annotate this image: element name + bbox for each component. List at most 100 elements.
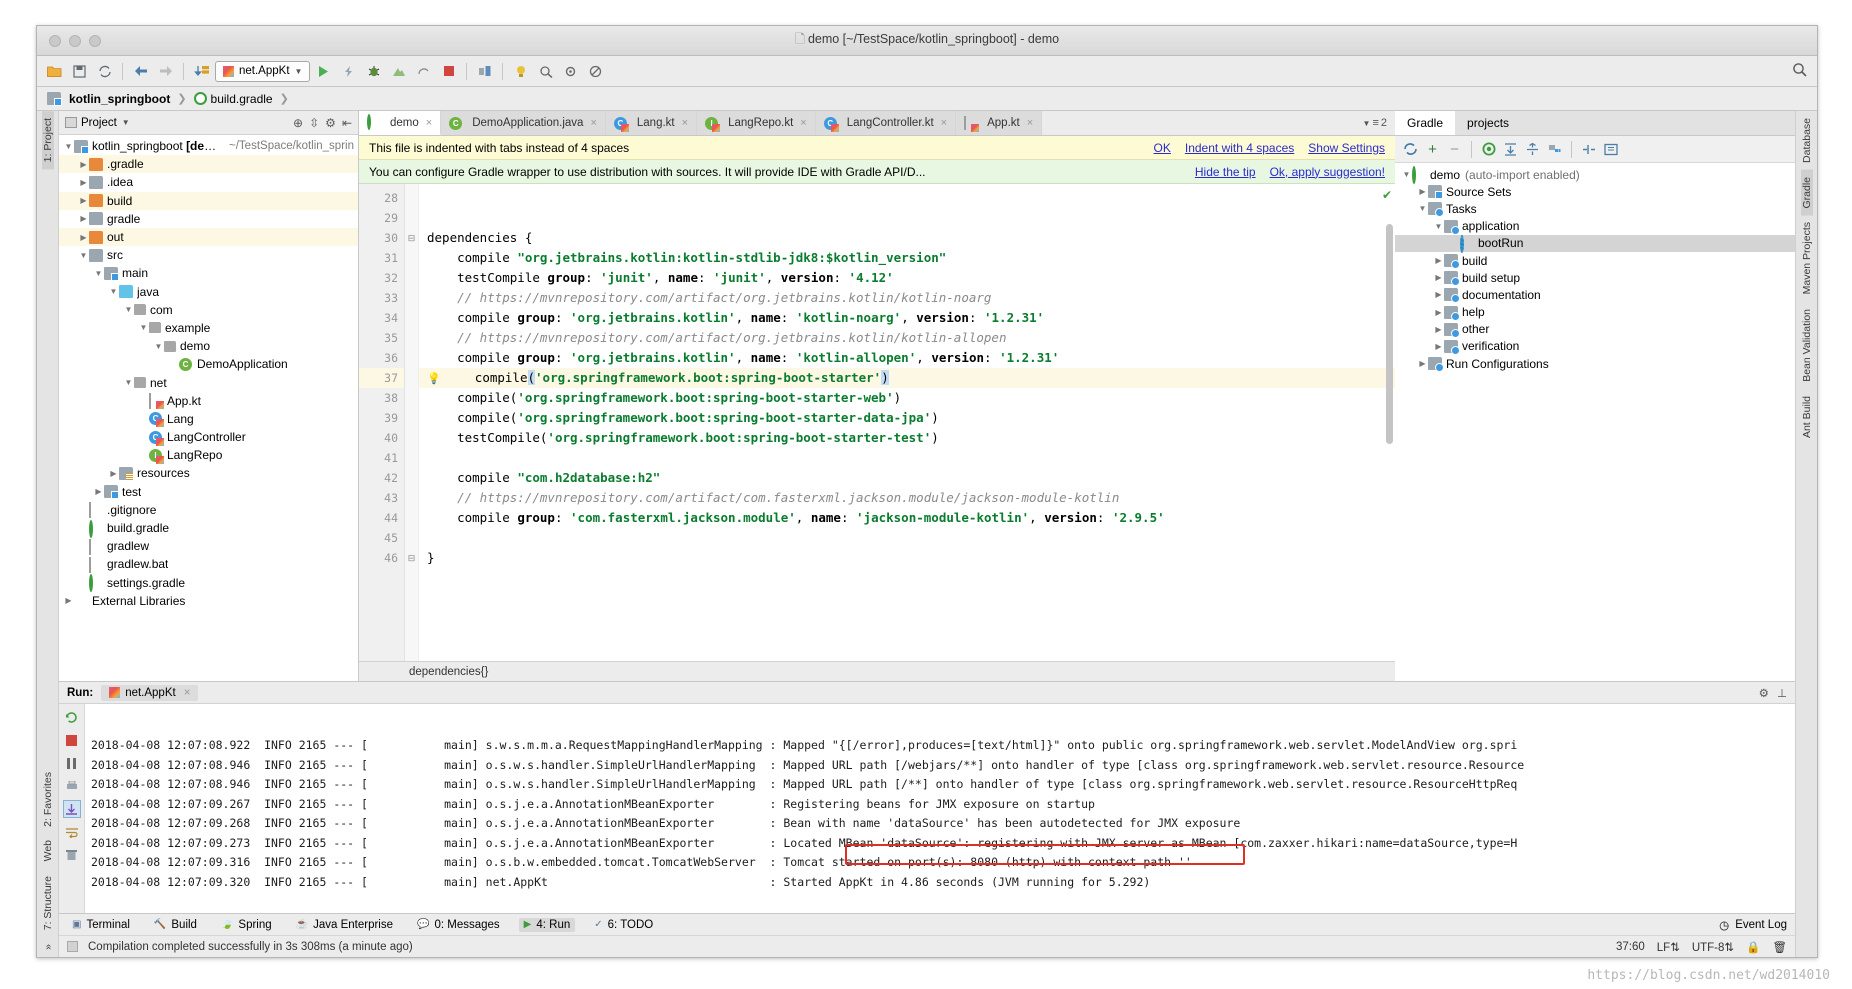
project-tree-item[interactable]: ▼ main [59, 264, 358, 282]
chevron-down-icon[interactable]: ▼ [122, 118, 130, 127]
gradle-tree-item[interactable]: ▶ Run Configurations [1395, 355, 1795, 373]
sidebar-item-database[interactable]: Database [1801, 111, 1813, 170]
gradle-tree-item[interactable]: ▼ Tasks [1395, 200, 1795, 218]
line-separator[interactable]: LF⇅ [1657, 940, 1680, 954]
bottom-tool-button[interactable]: ▣ Terminal [67, 918, 135, 932]
sidebar-item-maven[interactable]: Maven Projects [1801, 215, 1813, 301]
gradle-tree-item[interactable]: bootRun [1395, 234, 1795, 253]
sidebar-item-bean-validation[interactable]: Bean Validation [1801, 302, 1813, 389]
profile-icon[interactable] [387, 60, 410, 83]
banner-apply-suggestion-link[interactable]: Ok, apply suggestion! [1270, 165, 1385, 179]
project-tree-item[interactable]: build.gradle [59, 519, 358, 538]
gradle-tree-item[interactable]: ▶ verification [1395, 338, 1795, 355]
sidebar-item-project[interactable]: 1: Project [41, 111, 54, 170]
locate-icon[interactable]: ⊕ [293, 116, 303, 130]
project-tree-item[interactable]: ▼ example [59, 319, 358, 337]
project-tree-item[interactable]: C DemoApplication [59, 355, 358, 373]
status-toggle-icon[interactable] [67, 941, 78, 952]
scroll-to-end-icon[interactable] [62, 800, 81, 818]
lightbulb-icon[interactable] [509, 60, 532, 83]
project-tree-item[interactable]: settings.gradle [59, 574, 358, 593]
project-tree-item[interactable]: ▼ kotlin_springboot [demo] ~/TestSpace/kot… [59, 137, 358, 155]
gradle-tree-item[interactable]: ▶ build [1395, 252, 1795, 270]
sync-icon[interactable] [93, 60, 116, 83]
bottom-tool-window-bar[interactable]: ▣ Terminal 🔨 Build 🍃 Spring ☕ Java Enterprise 💬 0… [59, 913, 1795, 935]
search-structure-icon[interactable] [534, 60, 557, 83]
gradle-tab[interactable]: projects [1455, 111, 1522, 135]
build-icon[interactable] [473, 60, 496, 83]
settings-gear-icon[interactable] [559, 60, 582, 83]
project-tree[interactable]: ▼ kotlin_springboot [demo] ~/TestSpace/kot… [59, 135, 358, 681]
gradle-tree-item[interactable]: ▶ Source Sets [1395, 183, 1795, 200]
stop-icon[interactable] [63, 731, 81, 749]
gradle-tree-item[interactable]: ▶ build setup [1395, 269, 1795, 287]
project-tree-item[interactable]: ▶ build [59, 191, 358, 210]
chevron-right-icon[interactable]: ▶ [78, 196, 89, 205]
refresh-icon[interactable] [1401, 140, 1420, 159]
project-tree-item[interactable]: ▶ gradle [59, 210, 358, 228]
project-tree-item[interactable]: ▶ .gradle [59, 155, 358, 174]
hide-icon[interactable]: ⇤ [342, 116, 352, 130]
toggle-offline-icon[interactable] [1579, 140, 1598, 159]
banner-show-settings-link[interactable]: Show Settings [1308, 141, 1385, 155]
gradle-tab[interactable]: Gradle [1395, 111, 1456, 135]
gear-icon[interactable]: ⚙ [1759, 686, 1769, 700]
chevron-down-icon[interactable]: ▼ [1363, 119, 1371, 128]
breadcrumb-file[interactable]: build.gradle [193, 92, 273, 106]
editor-tab[interactable]: C DemoApplication.java × [441, 111, 606, 135]
project-tree-item[interactable]: ▼ net [59, 373, 358, 391]
project-tree-item[interactable]: ▼ demo [59, 337, 358, 355]
gradle-tree-item[interactable]: ▼ demo (auto-import enabled) [1395, 166, 1795, 185]
close-icon[interactable]: × [682, 117, 688, 129]
editor-tab[interactable]: demo × [359, 111, 442, 135]
chevron-right-icon[interactable]: ▶ [1433, 256, 1444, 265]
chevron-down-icon[interactable]: ▼ [1433, 222, 1444, 231]
collapse-all-icon[interactable] [1523, 140, 1542, 159]
collapse-all-icon[interactable]: ⇳ [309, 116, 319, 130]
run-with-coverage-icon[interactable] [337, 60, 360, 83]
project-tree-item[interactable]: ILangRepo [59, 446, 358, 464]
editor-tab[interactable]: I LangRepo.kt × [697, 111, 816, 135]
chevron-right-icon[interactable]: ▶ [1433, 308, 1444, 317]
bottom-tool-button[interactable]: 🔨 Build [149, 918, 202, 932]
gradle-tree-item[interactable]: ▼ application [1395, 218, 1795, 235]
chevron-right-icon[interactable]: ▶ [78, 160, 89, 169]
project-tree-item[interactable]: ▶ out [59, 227, 358, 247]
gradle-settings-icon[interactable] [1601, 140, 1620, 159]
banner-indent-link[interactable]: Indent with 4 spaces [1185, 141, 1294, 155]
run-configuration-selector[interactable]: net.AppKt ▼ [215, 60, 311, 82]
gradle-tree-item[interactable]: ▶ other [1395, 321, 1795, 338]
project-tree-item[interactable]: .gitignore [59, 501, 358, 519]
expand-all-icon[interactable] [1501, 140, 1520, 159]
run-icon[interactable] [312, 60, 335, 83]
chevron-right-icon[interactable]: ▶ [93, 487, 104, 496]
forward-arrow-icon[interactable] [154, 60, 177, 83]
project-tree-item[interactable]: App.kt [59, 392, 358, 410]
editor-tab[interactable]: C LangController.kt × [815, 111, 957, 135]
project-tree-item[interactable]: ▶ resources [59, 464, 358, 482]
project-tree-item[interactable]: ▶ test [59, 483, 358, 501]
bottom-tool-button[interactable]: 💬 0: Messages [412, 918, 505, 932]
chevron-right-icon[interactable]: ▶ [1433, 325, 1444, 334]
project-tree-item[interactable]: ▼ java [59, 283, 358, 301]
lightbulb-icon[interactable]: 💡 [427, 372, 441, 385]
editor-tab[interactable]: C Lang.kt × [605, 111, 698, 135]
soft-wrap-icon[interactable] [63, 823, 81, 841]
update-project-icon[interactable] [190, 60, 213, 83]
close-icon[interactable]: × [941, 117, 947, 129]
trash-icon[interactable]: 🗑 [1772, 940, 1787, 954]
fold-gutter[interactable]: ⊟ ⊟ [405, 184, 419, 661]
chevron-down-icon[interactable]: ▼ [1417, 204, 1428, 213]
remove-icon[interactable]: − [1445, 140, 1464, 159]
open-folder-icon[interactable] [43, 60, 66, 83]
chevron-right-icon[interactable]: ▶ [1433, 290, 1444, 299]
debug-icon[interactable] [362, 60, 385, 83]
editor-tab[interactable]: App.kt × [956, 111, 1043, 135]
chevron-down-icon[interactable]: ▼ [123, 305, 134, 314]
sidebar-item-web[interactable]: Web [42, 833, 54, 868]
no-entry-icon[interactable] [584, 60, 607, 83]
banner-hide-tip-link[interactable]: Hide the tip [1195, 165, 1256, 179]
bottom-tool-button[interactable]: ☕ Java Enterprise [291, 918, 398, 932]
event-log-button[interactable]: ◷ Event Log [1719, 918, 1787, 932]
chevron-right-icon[interactable]: ▶ [78, 178, 89, 187]
